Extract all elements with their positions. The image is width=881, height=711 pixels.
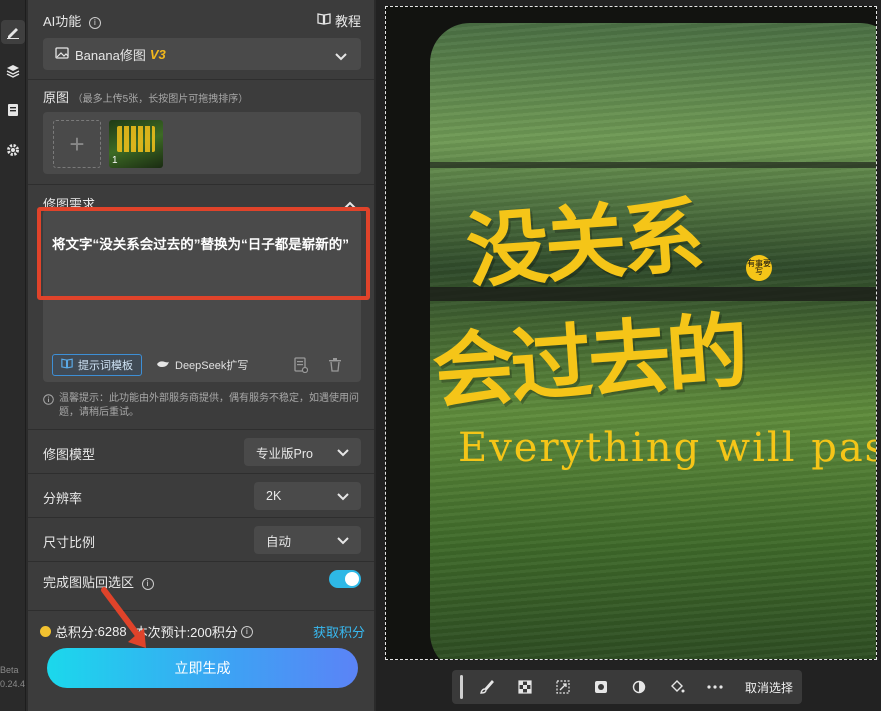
ai-model-select[interactable]: Banana修图 V3 (43, 38, 361, 70)
highlight-box (37, 207, 370, 300)
image-selection[interactable]: 没关系 有事要写 会过去的 Everything will pass. (385, 6, 877, 660)
points-prefix: 总积分 (55, 625, 95, 640)
version-label: Beta (0, 665, 19, 675)
whale-icon (156, 359, 170, 372)
thumbnail-text-art (117, 126, 155, 152)
source-section-title: 原图 （最多上传5张，长按图片可拖拽排序） (43, 90, 249, 105)
contrast-icon[interactable] (629, 677, 649, 697)
edit-icon[interactable] (1, 20, 25, 44)
source-images: + 1 (43, 112, 361, 174)
poster-tagline: Everything will pass. (458, 425, 876, 471)
window-rail (430, 162, 876, 168)
poster-title-line2: 会过去的 (429, 304, 748, 421)
fill-icon[interactable] (667, 677, 687, 697)
deselect-button[interactable]: 取消选择 (745, 679, 793, 696)
poster-title-line1: 没关系 (463, 188, 704, 301)
info-icon[interactable]: i (88, 17, 101, 29)
image-icon (55, 46, 69, 62)
ai-model-name: Banana修图 (75, 47, 146, 63)
chevron-down-icon (337, 446, 349, 460)
coin-icon (40, 626, 51, 637)
add-image-button[interactable]: + (53, 120, 101, 168)
divider (28, 429, 374, 430)
mask-icon[interactable] (591, 677, 611, 697)
red-arrow (101, 587, 146, 648)
divider (28, 473, 374, 474)
trash-icon[interactable] (326, 356, 344, 374)
points-estimate: 本次预计:200积分 (134, 625, 238, 640)
book-icon (61, 358, 73, 372)
divider (28, 561, 374, 562)
ai-model-version: V3 (149, 46, 166, 62)
model-label: 修图模型 (43, 447, 96, 462)
source-thumbnail[interactable]: 1 (109, 120, 163, 168)
thumbnail-index: 1 (112, 155, 118, 166)
chevron-down-icon (337, 490, 349, 504)
divider (28, 79, 374, 80)
get-points-link[interactable]: 获取积分 (313, 622, 365, 641)
tool-rail: Beta 0.24.4 (0, 0, 26, 711)
info-icon[interactable]: i (141, 578, 154, 590)
ai-section-title: AI功能 i (43, 11, 101, 30)
layers-icon[interactable] (1, 59, 25, 83)
history-icon[interactable] (292, 356, 310, 374)
points-value: :6288 (94, 624, 127, 639)
ai-panel: AI功能 i 教程 Banana修图 V3 原图 （最多上传5张，长按图片可拖拽… (28, 0, 374, 711)
info-icon (43, 394, 54, 410)
prompt-template-button[interactable]: 提示词模板 (52, 354, 142, 376)
points-summary: 总积分 :6288 本次预计:200积分 i (40, 622, 253, 641)
model-select[interactable]: 专业版Pro (244, 438, 361, 466)
toggle-knob (345, 572, 359, 586)
checker-icon[interactable] (515, 677, 535, 697)
brush-icon[interactable] (477, 677, 497, 697)
poster-stamp: 有事要写 (746, 255, 772, 281)
resolution-select[interactable]: 2K (254, 482, 361, 510)
ratio-label: 尺寸比例 (43, 535, 96, 550)
paste-back-label: 完成图贴回选区 i (43, 572, 154, 591)
toolbar-handle[interactable] (460, 675, 463, 699)
document-icon[interactable] (1, 98, 25, 122)
more-icon[interactable] (705, 677, 725, 697)
gear-icon[interactable] (1, 138, 25, 162)
chevron-down-icon (335, 49, 347, 64)
resolution-label: 分辨率 (43, 491, 83, 506)
info-icon[interactable]: i (240, 625, 253, 638)
tutorial-link[interactable]: 教程 (317, 11, 361, 30)
version-number: 0.24.4 (0, 679, 26, 689)
deepseek-expand-button[interactable]: DeepSeek扩写 (148, 354, 256, 376)
chevron-down-icon (337, 534, 349, 548)
divider (28, 517, 374, 518)
transform-icon[interactable] (553, 677, 573, 697)
source-hint: （最多上传5张，长按图片可拖拽排序） (72, 94, 249, 105)
book-icon (317, 13, 331, 28)
ratio-select[interactable]: 自动 (254, 526, 361, 554)
service-notice: 温馨提示：此功能由外部服务商提供，偶有服务不稳定，如遇使用问题，请稍后重试。 (43, 392, 365, 420)
canvas-toolbar: 取消选择 (452, 670, 802, 704)
divider (28, 610, 374, 611)
divider (28, 184, 374, 185)
paste-back-toggle[interactable] (329, 570, 361, 588)
generate-button[interactable]: 立即生成 (47, 648, 358, 688)
